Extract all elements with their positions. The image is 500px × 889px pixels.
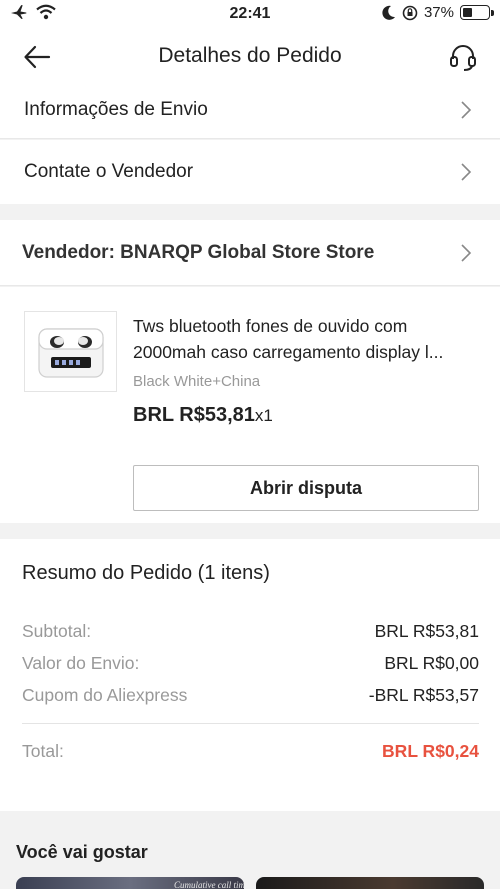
coupon-row: Cupom do Aliexpress -BRL R$53,57 (22, 685, 479, 706)
product-card: Tws bluetooth fones de ouvido com 2000ma… (0, 287, 500, 523)
chevron-right-icon (461, 163, 472, 181)
product-title[interactable]: Tws bluetooth fones de ouvido com 2000ma… (133, 313, 483, 365)
back-button[interactable] (22, 42, 52, 72)
chevron-right-icon (461, 243, 472, 262)
contact-seller-row[interactable]: Contate o Vendedor (0, 140, 500, 204)
product-price: BRL R$53,81 (133, 404, 255, 426)
support-button[interactable] (448, 42, 478, 72)
open-dispute-button[interactable]: Abrir disputa (133, 465, 479, 511)
recommendations-title: Você vai gostar (16, 842, 148, 862)
status-right: 37% (382, 4, 494, 21)
product-thumbnail[interactable] (24, 311, 117, 392)
shipping-cost-label: Valor do Envio: (22, 653, 140, 673)
battery-percent: 37% (423, 4, 454, 21)
contact-seller-label: Contate o Vendedor (24, 161, 194, 182)
battery-icon (460, 5, 494, 20)
subtotal-label: Subtotal: (22, 621, 92, 641)
status-bar: 22:41 37% (0, 0, 500, 30)
battery-level (463, 8, 472, 17)
page-title: Detalhes do Pedido (158, 44, 342, 67)
summary-title: Resumo do Pedido (1 itens) (22, 562, 270, 584)
shipping-cost-value: BRL R$0,00 (384, 653, 479, 673)
recommendation-card[interactable]: Cumulative call time (16, 877, 244, 889)
shipping-info-row[interactable]: Informações de Envio (0, 82, 500, 139)
headset-icon (450, 45, 476, 71)
subtotal-value: BRL R$53,81 (374, 621, 479, 641)
recommendations-section: Você vai gostar Cumulative call time (0, 811, 500, 889)
subtotal-row: Subtotal: BRL R$53,81 (22, 621, 479, 642)
product-price-line: BRL R$53,81x1 (133, 404, 273, 427)
arrow-left-icon (24, 45, 51, 69)
product-title-line2: 2000mah caso carregamento display l... (133, 342, 444, 362)
product-quantity: x1 (254, 406, 273, 425)
summary-divider (22, 723, 479, 724)
recommendation-card-caption: Cumulative call time (174, 880, 244, 889)
total-value: BRL R$0,24 (382, 741, 479, 761)
product-title-line1: Tws bluetooth fones de ouvido com (133, 316, 408, 336)
chevron-right-icon (461, 101, 472, 119)
order-summary: Resumo do Pedido (1 itens) Subtotal: BRL… (0, 539, 500, 811)
total-label: Total: (22, 741, 64, 761)
seller-name: Vendedor: BNARQP Global Store Store (22, 241, 375, 263)
earbuds-case-image (38, 328, 104, 378)
shipping-cost-row: Valor do Envio: BRL R$0,00 (22, 653, 479, 674)
seller-row[interactable]: Vendedor: BNARQP Global Store Store (0, 220, 500, 286)
recommendation-card[interactable] (256, 877, 484, 889)
shipping-info-label: Informações de Envio (24, 99, 208, 120)
coupon-label: Cupom do Aliexpress (22, 685, 188, 705)
coupon-value: -BRL R$53,57 (368, 685, 479, 705)
orientation-lock-icon (402, 5, 418, 20)
total-row: Total: BRL R$0,24 (22, 741, 479, 762)
header-bar: Detalhes do Pedido (0, 30, 500, 82)
product-variant: Black White+China (133, 373, 261, 390)
moon-icon (382, 5, 395, 20)
